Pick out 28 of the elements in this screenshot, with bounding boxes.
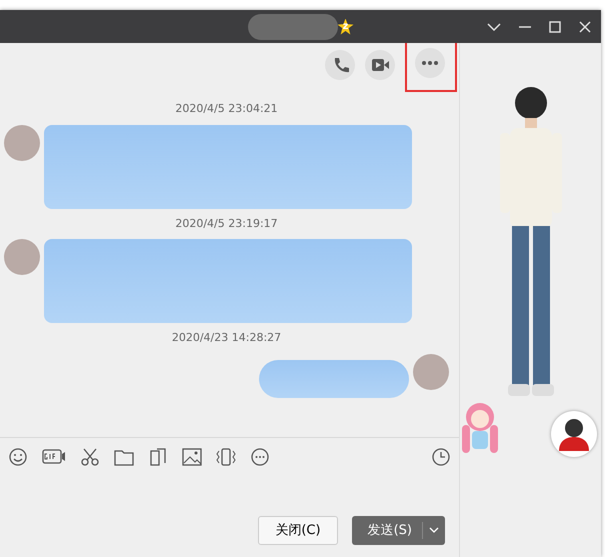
close-button[interactable]: 关闭(C) [258, 516, 338, 545]
more-icon [421, 60, 439, 66]
image-icon[interactable] [182, 447, 202, 467]
more-button[interactable] [415, 48, 445, 78]
send-button[interactable]: 发送(S) [352, 516, 445, 545]
avatar-placeholder [413, 354, 449, 390]
caret-icon[interactable] [429, 527, 439, 534]
avatar-placeholder [4, 124, 40, 160]
user-avatar[interactable] [551, 411, 597, 457]
star-badge: z [338, 18, 354, 34]
video-camera-icon [371, 56, 389, 74]
phone-vibrate-icon[interactable] [216, 447, 236, 467]
message-timestamp: 2020/4/23 14:28:27 [172, 330, 282, 346]
avatar-placeholder [4, 239, 40, 275]
scissors-icon[interactable] [80, 447, 100, 467]
more-options-icon[interactable] [250, 447, 270, 467]
history-clock-icon[interactable] [431, 447, 451, 467]
message-timestamp: 2020/4/5 23:19:17 [175, 216, 278, 232]
call-button[interactable] [325, 50, 355, 80]
documents-icon[interactable] [148, 447, 168, 467]
message-timestamp: 2020/4/5 23:04:21 [175, 101, 278, 117]
dropdown-icon[interactable] [487, 22, 501, 30]
video-button[interactable] [365, 50, 395, 80]
close-icon[interactable] [579, 20, 591, 32]
avatar-silhouette-icon [559, 417, 589, 451]
maximize-icon[interactable] [549, 20, 561, 32]
minimize-icon[interactable] [519, 26, 531, 28]
emoji-icon[interactable] [8, 447, 28, 467]
